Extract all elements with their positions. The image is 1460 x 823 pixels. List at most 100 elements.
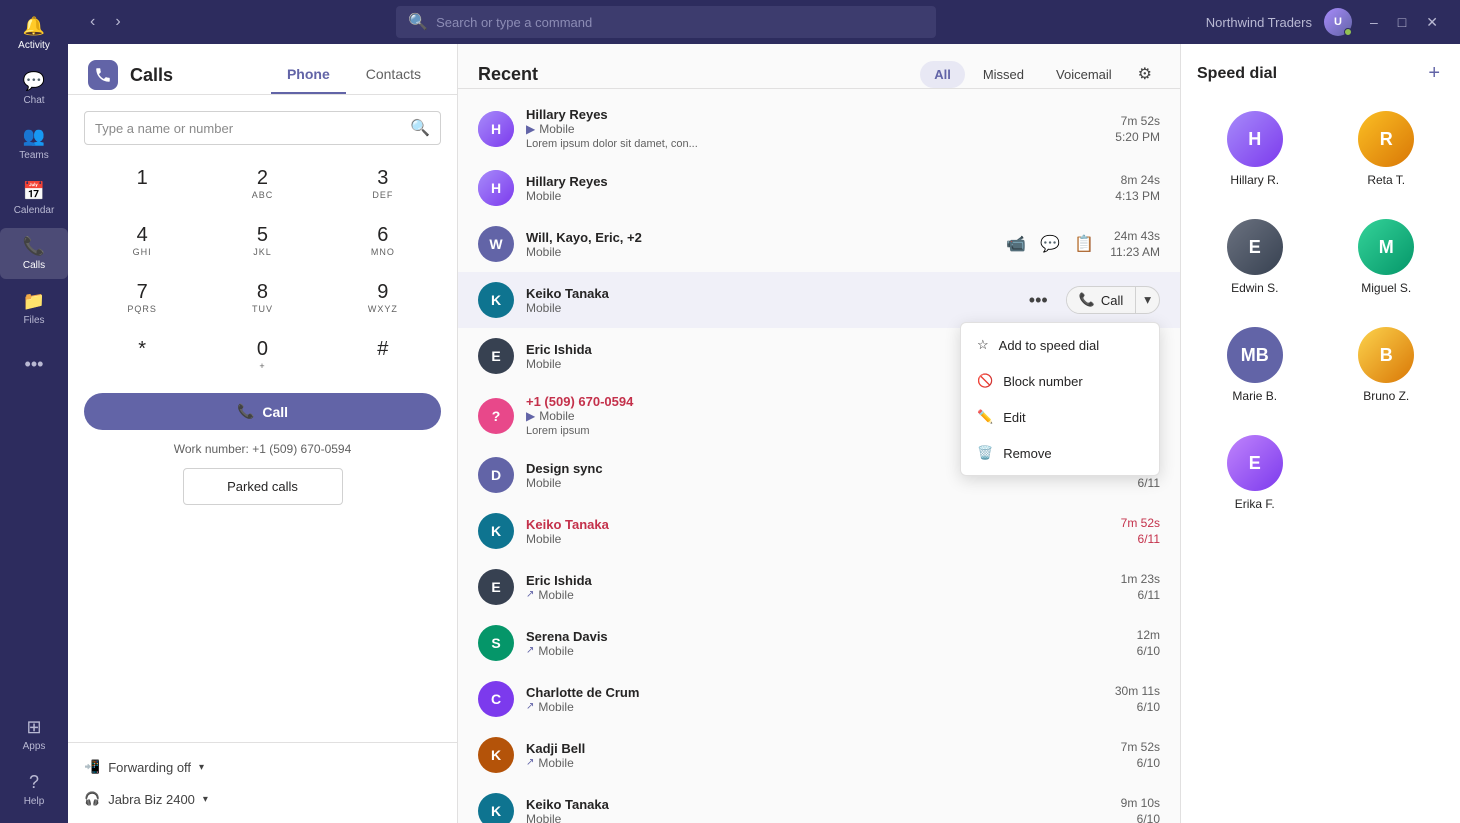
sidebar-item-chat[interactable]: 💬 Chat (0, 63, 68, 114)
call-contact-button[interactable]: 📞 Call (1067, 287, 1136, 313)
call-item-kadji[interactable]: K Kadji Bell ↗ Mobile 7m 52s 6/10 (458, 727, 1180, 783)
speed-dial-edwin[interactable]: E Edwin S. (1197, 211, 1313, 303)
call-meta-12: 7m 52s 6/10 (1121, 740, 1160, 770)
call-name-9: Eric Ishida (526, 573, 1109, 588)
sd-avatar-marie: MB (1227, 327, 1283, 383)
search-icon: 🔍 (408, 12, 428, 32)
sidebar-label-calendar: Calendar (14, 205, 55, 216)
sidebar-item-teams[interactable]: 👥 Teams (0, 118, 68, 169)
call-item-group[interactable]: W Will, Kayo, Eric, +2 Mobile 📹 💬 📋 24m … (458, 216, 1180, 272)
speed-dial-reta[interactable]: R Reta T. (1329, 103, 1445, 195)
sidebar-item-activity[interactable]: 🔔 Activity (0, 8, 68, 59)
dial-key-4[interactable]: 4 GHI (84, 214, 200, 267)
sd-name-marie: Marie B. (1232, 389, 1277, 403)
more-icon: ••• (25, 354, 44, 375)
call-item-keiko-1[interactable]: K Keiko Tanaka Mobile ••• 📞 Call ▾ (458, 272, 1180, 328)
sidebar-item-files[interactable]: 📁 Files (0, 283, 68, 334)
call-info-11: Charlotte de Crum ↗ Mobile (526, 685, 1103, 714)
user-avatar[interactable]: U (1324, 8, 1352, 36)
context-add-speed-dial[interactable]: ☆ Add to speed dial (961, 327, 1159, 363)
dial-key-star[interactable]: * (84, 328, 200, 381)
search-bar[interactable]: 🔍 (396, 6, 936, 38)
filter-icon-button[interactable]: ⚙ (1130, 60, 1160, 88)
call-sub-1: ▶ Mobile (526, 122, 1103, 136)
dial-key-6[interactable]: 6 MNO (325, 214, 441, 267)
dial-key-7[interactable]: 7 PQRS (84, 271, 200, 324)
tab-contacts[interactable]: Contacts (350, 56, 437, 94)
dial-key-hash[interactable]: # (325, 328, 441, 381)
back-button[interactable]: ‹ (84, 9, 101, 35)
call-button[interactable]: 📞 Call (84, 393, 441, 430)
speed-dial-bruno[interactable]: B Bruno Z. (1329, 319, 1445, 411)
call-meta-10: 12m 6/10 (1137, 628, 1160, 658)
maximize-button[interactable]: □ (1392, 12, 1412, 33)
outgoing-icon-2: ↗ (526, 645, 534, 656)
context-remove[interactable]: 🗑️ Remove (961, 435, 1159, 471)
sd-avatar-miguel: M (1358, 219, 1414, 275)
edit-icon: ✏️ (977, 409, 993, 425)
device-icon: 🎧 (84, 791, 100, 807)
speed-dial-miguel[interactable]: M Miguel S. (1329, 211, 1445, 303)
forwarding-button[interactable]: 📲 Forwarding off ▾ (84, 755, 441, 779)
dialpad: 1 2 ABC 3 DEF 4 GHI (84, 157, 441, 381)
dial-key-3[interactable]: 3 DEF (325, 157, 441, 210)
more-action-button[interactable]: 📋 (1070, 230, 1098, 258)
filter-missed[interactable]: Missed (969, 61, 1038, 88)
sidebar-item-help[interactable]: ? Help (0, 764, 68, 815)
chat-action-button[interactable]: 💬 (1036, 230, 1064, 258)
device-chevron: ▾ (203, 794, 208, 805)
outgoing-icon-3: ↗ (526, 701, 534, 712)
call-meta-9: 1m 23s 6/11 (1121, 572, 1160, 602)
call-item-keiko-2[interactable]: K Keiko Tanaka Mobile 7m 52s 6/11 (458, 503, 1180, 559)
speed-dial-hillary[interactable]: H Hillary R. (1197, 103, 1313, 195)
context-block[interactable]: 🚫 Block number (961, 363, 1159, 399)
dial-key-0[interactable]: 0 + (204, 328, 320, 381)
sidebar: 🔔 Activity 💬 Chat 👥 Teams 📅 Calendar 📞 C… (0, 0, 68, 823)
dial-key-1[interactable]: 1 (84, 157, 200, 210)
dial-key-9[interactable]: 9 WXYZ (325, 271, 441, 324)
minimize-button[interactable]: – (1364, 12, 1384, 33)
sidebar-item-calendar[interactable]: 📅 Calendar (0, 173, 68, 224)
sidebar-label-apps: Apps (23, 741, 46, 752)
call-sub-13: Mobile (526, 812, 1109, 823)
sidebar-item-more[interactable]: ••• (0, 346, 68, 383)
forward-button[interactable]: › (109, 9, 126, 35)
close-button[interactable]: ✕ (1420, 12, 1444, 33)
number-input[interactable] (95, 121, 402, 136)
block-icon: 🚫 (977, 373, 993, 389)
number-search-box[interactable]: 🔍 (84, 111, 441, 145)
device-button[interactable]: 🎧 Jabra Biz 2400 ▾ (84, 787, 441, 811)
dial-key-5[interactable]: 5 JKL (204, 214, 320, 267)
parked-calls-button[interactable]: Parked calls (183, 468, 343, 505)
sidebar-item-calls[interactable]: 📞 Calls (0, 228, 68, 279)
context-edit[interactable]: ✏️ Edit (961, 399, 1159, 435)
call-item-keiko-3[interactable]: K Keiko Tanaka Mobile 9m 10s 6/10 (458, 783, 1180, 823)
search-input[interactable] (436, 15, 924, 30)
call-dropdown-button[interactable]: ▾ (1135, 287, 1159, 313)
call-meta-13: 9m 10s 6/10 (1121, 796, 1160, 823)
call-info-13: Keiko Tanaka Mobile (526, 797, 1109, 823)
filter-voicemail[interactable]: Voicemail (1042, 61, 1126, 88)
filter-all[interactable]: All (920, 61, 965, 88)
call-item-charlotte[interactable]: C Charlotte de Crum ↗ Mobile 30m 11s 6/1… (458, 671, 1180, 727)
call-item-serena[interactable]: S Serena Davis ↗ Mobile 12m 6/10 (458, 615, 1180, 671)
tab-phone[interactable]: Phone (271, 56, 346, 94)
dial-key-8[interactable]: 8 TUV (204, 271, 320, 324)
video-action-button[interactable]: 📹 (1002, 230, 1030, 258)
call-name-11: Charlotte de Crum (526, 685, 1103, 700)
call-item-hillary-2[interactable]: H Hillary Reyes Mobile 8m 24s 4:13 PM (458, 160, 1180, 216)
dial-key-2[interactable]: 2 ABC (204, 157, 320, 210)
call-sub-9: ↗ Mobile (526, 588, 1109, 602)
sidebar-item-apps[interactable]: ⊞ Apps (0, 709, 68, 760)
forwarding-icon: 📲 (84, 759, 100, 775)
speed-dial-marie[interactable]: MB Marie B. (1197, 319, 1313, 411)
more-options-button-4[interactable]: ••• (1023, 286, 1054, 315)
add-speed-dial-button[interactable]: + (1424, 60, 1444, 87)
call-time-7: 6/11 (1138, 476, 1160, 490)
call-time-11: 6/10 (1137, 700, 1160, 714)
call-item-hillary-1[interactable]: H Hillary Reyes ▶ Mobile Lorem ipsum dol… (458, 97, 1180, 160)
call-item-eric-2[interactable]: E Eric Ishida ↗ Mobile 1m 23s 6/11 (458, 559, 1180, 615)
calls-panel: Calls Phone Contacts 🔍 1 2 (68, 44, 458, 823)
speed-dial-erika[interactable]: E Erika F. (1197, 427, 1313, 519)
recent-list: H Hillary Reyes ▶ Mobile Lorem ipsum dol… (458, 89, 1180, 823)
